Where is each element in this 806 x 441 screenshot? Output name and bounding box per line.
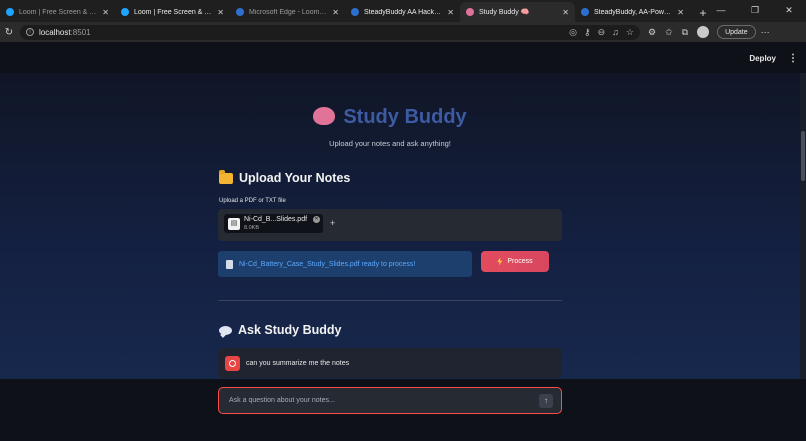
edge-icon — [236, 8, 244, 16]
tab-title: Loom | Free Screen & Video R — [19, 8, 97, 16]
reload-icon[interactable]: ↻ — [0, 27, 18, 38]
window-controls: — ❐ ✕ — [704, 0, 806, 20]
file-size: 8.0KB — [244, 224, 259, 231]
brain-icon — [313, 107, 336, 125]
favorite-star-icon[interactable]: ☆ — [626, 27, 634, 38]
status-message: Ni-Cd_Battery_Case_Study_Slides.pdf read… — [218, 251, 472, 277]
browser-tab-active[interactable]: Study Buddy 🧠 ✕ — [460, 2, 575, 22]
folder-icon — [219, 169, 233, 184]
send-arrow-icon[interactable]: ↑ — [539, 394, 553, 408]
url-text: localhost:8501 — [39, 27, 91, 37]
zoom-icon[interactable]: ⊖ — [598, 27, 606, 38]
process-button[interactable]: Process — [481, 251, 549, 272]
close-tab-icon[interactable]: ✕ — [447, 8, 454, 17]
chat-input-placeholder: Ask a question about your notes... — [229, 397, 335, 404]
read-aloud-icon[interactable]: ♫ — [612, 27, 619, 38]
browser-tab[interactable]: Loom | Free Screen & Video R ✕ — [0, 2, 115, 22]
site-info-icon[interactable]: i — [26, 28, 34, 36]
toolbar-icons: ⚙ ✩ ⧉ — [648, 26, 710, 38]
main-menu-icon[interactable]: ⋮ — [788, 53, 798, 64]
collections-icon[interactable]: ⧉ — [682, 27, 688, 38]
tab-title: Loom | Free Screen & Video R — [134, 8, 212, 16]
browser-toolbar: ↻ i localhost:8501 ◎ ⚷ ⊖ ♫ ☆ ⚙ ✩ ⧉ Updat… — [0, 22, 806, 42]
close-tab-icon[interactable]: ✕ — [332, 8, 339, 17]
browser-tab[interactable]: SteadyBuddy AA HackFest Dc ✕ — [345, 2, 460, 22]
close-tab-icon[interactable]: ✕ — [217, 8, 224, 17]
browser-tab[interactable]: Loom | Free Screen & Video R ✕ — [115, 2, 230, 22]
chat-input[interactable]: Ask a question about your notes... ↑ — [218, 387, 562, 414]
page-title: Study Buddy — [0, 106, 780, 129]
chat-message-user: can you summarize me the notes — [218, 348, 562, 378]
favorites-icon[interactable]: ✩ — [665, 27, 673, 38]
close-tab-icon[interactable]: ✕ — [677, 8, 684, 17]
close-tab-icon[interactable]: ✕ — [102, 8, 109, 17]
tab-title: SteadyBuddy AA HackFest Dc — [364, 8, 443, 16]
key-icon[interactable]: ⚷ — [584, 27, 591, 38]
file-name: Ni-Cd_B...Slides.pdf — [244, 215, 308, 223]
browser-tab[interactable]: Microsoft Edge - Loom | Free ✕ — [230, 2, 345, 22]
close-window-icon[interactable]: ✕ — [772, 0, 806, 20]
upload-heading: Upload Your Notes — [219, 169, 350, 185]
chat-input-area: Ask a question about your notes... ↑ — [0, 379, 806, 441]
loom-icon — [121, 8, 129, 16]
uploader-label: Upload a PDF or TXT file — [219, 198, 286, 204]
profile-avatar[interactable] — [697, 26, 710, 38]
deploy-button[interactable]: Deploy — [749, 54, 776, 63]
main-content: Study Buddy Upload your notes and ask an… — [0, 73, 806, 379]
update-button[interactable]: Update — [717, 25, 756, 39]
document-icon: ▤ — [228, 217, 240, 230]
edge-icon — [581, 8, 589, 16]
minimize-icon[interactable]: — — [704, 0, 738, 20]
browser-tab[interactable]: SteadyBuddy, AA-Powered N ✕ — [575, 2, 690, 22]
browser-tab-strip: Loom | Free Screen & Video R ✕ Loom | Fr… — [0, 0, 806, 22]
address-bar[interactable]: i localhost:8501 ◎ ⚷ ⊖ ♫ ☆ — [20, 24, 640, 40]
chat-heading: Ask Study Buddy — [219, 323, 342, 337]
extensions-icon[interactable]: ⚙ — [648, 27, 656, 38]
close-tab-icon[interactable]: ✕ — [562, 8, 569, 17]
uploaded-file-chip: ▤ Ni-Cd_B...Slides.pdf 8.0KB ✕ — [224, 214, 323, 233]
file-uploader[interactable]: ▤ Ni-Cd_B...Slides.pdf 8.0KB ✕ + — [218, 209, 562, 241]
app-header: Deploy ⋮ — [0, 43, 806, 73]
lightning-icon — [497, 257, 503, 266]
brain-icon — [466, 8, 474, 16]
tab-title: Microsoft Edge - Loom | Free — [249, 8, 327, 16]
tab-title: SteadyBuddy, AA-Powered N — [594, 8, 672, 16]
translate-icon[interactable]: ◎ — [569, 27, 577, 38]
remove-file-icon[interactable]: ✕ — [313, 216, 320, 223]
page-subtitle: Upload your notes and ask anything! — [329, 139, 451, 148]
chat-message-text: can you summarize me the notes — [246, 359, 350, 367]
address-bar-actions: ◎ ⚷ ⊖ ♫ ☆ — [569, 27, 634, 38]
browser-menu-icon[interactable]: ⋯ — [761, 27, 770, 38]
page-icon — [226, 259, 233, 269]
restore-icon[interactable]: ❐ — [738, 0, 772, 20]
user-avatar-icon — [225, 355, 240, 371]
speech-bubble-icon — [219, 325, 232, 335]
edge-icon — [351, 8, 359, 16]
scrollbar[interactable] — [800, 73, 806, 379]
tab-title: Study Buddy 🧠 — [479, 9, 530, 16]
add-file-icon[interactable]: + — [330, 218, 335, 228]
loom-icon — [6, 8, 14, 16]
section-divider — [218, 300, 562, 301]
